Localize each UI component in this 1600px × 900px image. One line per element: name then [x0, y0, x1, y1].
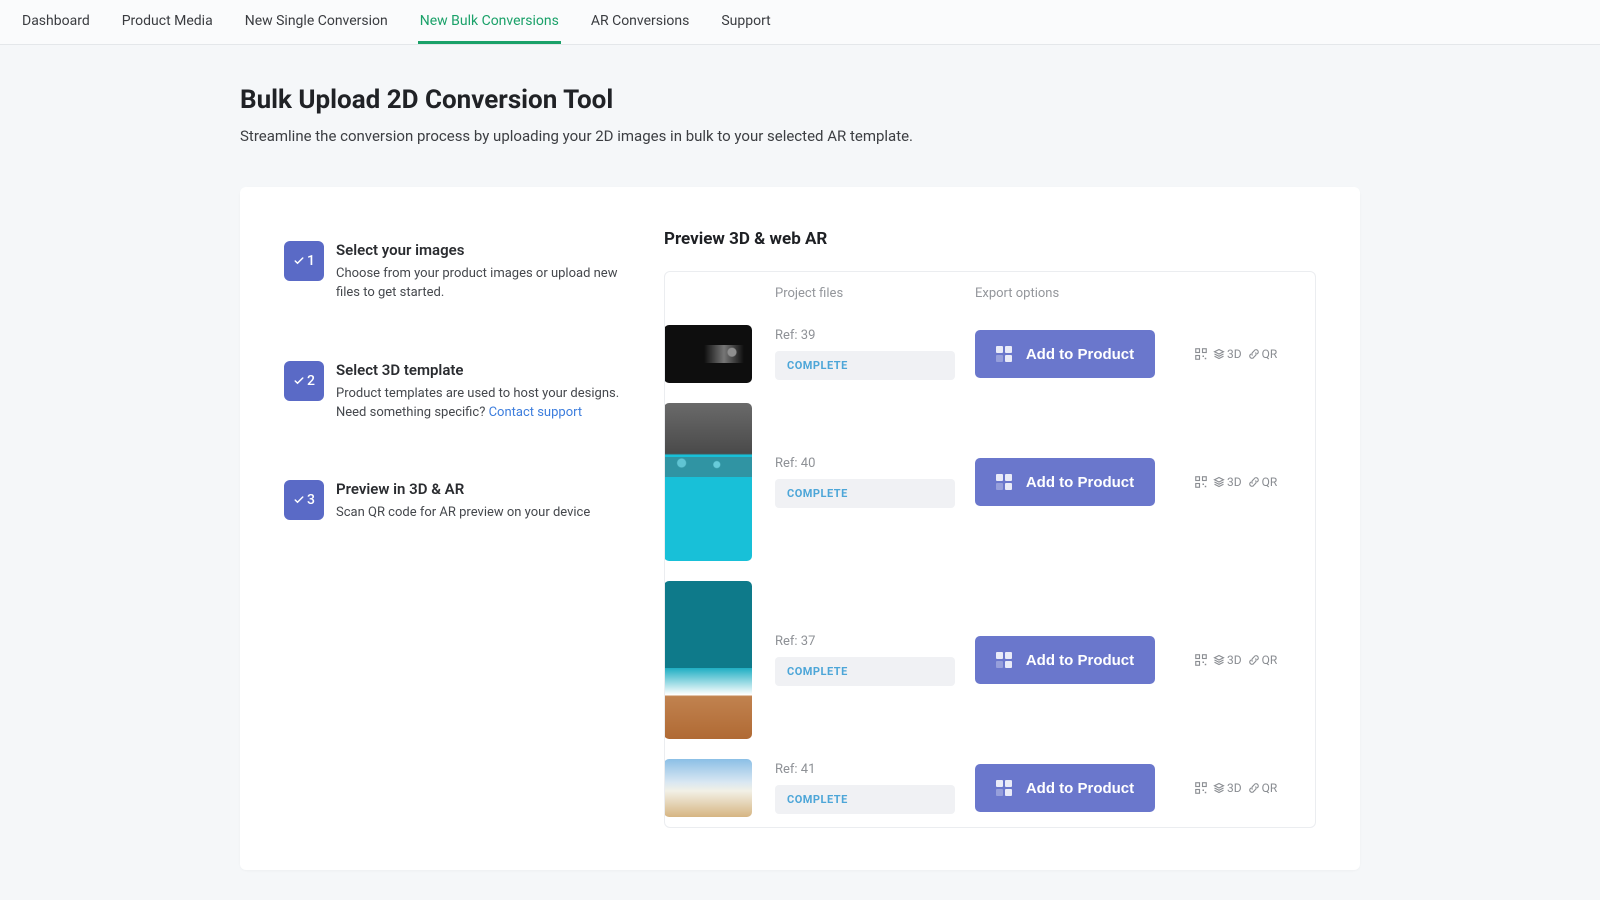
check-icon	[293, 494, 305, 506]
ref-label: Ref: 41	[775, 762, 955, 777]
grid-icon	[996, 474, 1012, 490]
ref-label: Ref: 37	[775, 634, 955, 649]
step-desc-2: Product templates are used to host your …	[336, 385, 634, 423]
add-to-product-button[interactable]: Add to Product	[975, 458, 1155, 506]
add-to-product-button[interactable]: Add to Product	[975, 764, 1155, 812]
add-to-product-label: Add to Product	[1026, 346, 1134, 363]
export-3d-link[interactable]: 3D	[1213, 653, 1242, 667]
thumbnail-image[interactable]	[664, 581, 752, 739]
export-links: 3D QR	[1195, 653, 1295, 667]
ref-label: Ref: 39	[775, 328, 955, 343]
grid-icon	[996, 652, 1012, 668]
link-icon	[1248, 348, 1260, 360]
page-title: Bulk Upload 2D Conversion Tool	[240, 85, 1360, 115]
col-project-files: Project files	[775, 286, 955, 301]
preview-rows: Ref: 39COMPLETEAdd to Product3DQRRef: 40…	[665, 315, 1315, 827]
status-complete: COMPLETE	[775, 657, 955, 686]
add-to-product-button[interactable]: Add to Product	[975, 330, 1155, 378]
add-to-product-button[interactable]: Add to Product	[975, 636, 1155, 684]
preview-panel: Project files Export options Ref: 39 COMP…	[664, 271, 1316, 828]
status-complete: COMPLETE	[775, 785, 955, 814]
nav-new-single-conversion[interactable]: New Single Conversion	[243, 0, 390, 44]
export-qr-icon-link[interactable]	[1195, 654, 1207, 666]
export-3d-link[interactable]: 3D	[1213, 475, 1242, 489]
layers-icon	[1213, 348, 1225, 360]
link-icon	[1248, 654, 1260, 666]
thumbnail-image[interactable]	[664, 759, 752, 817]
step-number-2: 2	[307, 373, 315, 389]
row-middle: Ref: 39 COMPLETE	[775, 328, 955, 380]
layers-icon	[1213, 782, 1225, 794]
export-links: 3D QR	[1195, 781, 1295, 795]
steps-column: 1 Select your images Choose from your pr…	[284, 229, 634, 828]
main-card: 1 Select your images Choose from your pr…	[240, 187, 1360, 870]
export-qr-link[interactable]: QR	[1248, 781, 1278, 795]
layers-icon	[1213, 476, 1225, 488]
step-badge-3: 3	[284, 480, 324, 520]
step-desc-3: Scan QR code for AR preview on your devi…	[336, 504, 590, 523]
check-icon	[293, 255, 305, 267]
status-complete: COMPLETE	[775, 479, 955, 508]
row-middle: Ref: 40 COMPLETE	[775, 456, 955, 508]
step-title-2: Select 3D template	[336, 361, 634, 379]
preview-heading: Preview 3D & web AR	[664, 229, 1316, 249]
check-icon	[293, 375, 305, 387]
thumbnail-image[interactable]	[664, 403, 752, 561]
grid-icon	[996, 780, 1012, 796]
nav-product-media[interactable]: Product Media	[120, 0, 215, 44]
col-export-options: Export options	[975, 286, 1175, 301]
qr-icon	[1195, 348, 1207, 360]
step-number-3: 3	[307, 492, 315, 508]
row-middle: Ref: 37 COMPLETE	[775, 634, 955, 686]
export-qr-icon-link[interactable]	[1195, 348, 1207, 360]
add-to-product-label: Add to Product	[1026, 474, 1134, 491]
preview-row: Ref: 40 COMPLETE Add to Product 3D QR	[665, 393, 1315, 571]
step-badge-1: 1	[284, 241, 324, 281]
export-links: 3D QR	[1195, 475, 1295, 489]
step-badge-2: 2	[284, 361, 324, 401]
preview-column: Preview 3D & web AR Project files Export…	[664, 229, 1316, 828]
step-desc-1: Choose from your product images or uploa…	[336, 265, 634, 303]
layers-icon	[1213, 654, 1225, 666]
nav-dashboard[interactable]: Dashboard	[20, 0, 92, 44]
link-icon	[1248, 476, 1260, 488]
export-qr-icon-link[interactable]	[1195, 476, 1207, 488]
add-to-product-label: Add to Product	[1026, 652, 1134, 669]
export-links: 3D QR	[1195, 347, 1295, 361]
preview-row: Ref: 37 COMPLETE Add to Product 3D QR	[665, 571, 1315, 749]
preview-row: Ref: 41 COMPLETE Add to Product 3D QR	[665, 749, 1315, 827]
export-qr-icon-link[interactable]	[1195, 782, 1207, 794]
page-subtitle: Streamline the conversion process by upl…	[240, 127, 1360, 145]
nav-ar-conversions[interactable]: AR Conversions	[589, 0, 692, 44]
step-number-1: 1	[307, 253, 315, 269]
nav-support[interactable]: Support	[719, 0, 772, 44]
page-container: Bulk Upload 2D Conversion Tool Streamlin…	[240, 45, 1360, 870]
thumbnail-image[interactable]	[664, 325, 752, 383]
grid-icon	[996, 346, 1012, 362]
step-title-3: Preview in 3D & AR	[336, 480, 590, 498]
preview-row: Ref: 39 COMPLETE Add to Product 3D QR	[665, 315, 1315, 393]
qr-icon	[1195, 476, 1207, 488]
step-3: 3 Preview in 3D & AR Scan QR code for AR…	[284, 480, 634, 523]
export-3d-link[interactable]: 3D	[1213, 781, 1242, 795]
export-qr-link[interactable]: QR	[1248, 653, 1278, 667]
nav-new-bulk-conversions[interactable]: New Bulk Conversions	[418, 0, 561, 44]
row-middle: Ref: 41 COMPLETE	[775, 762, 955, 814]
top-nav: Dashboard Product Media New Single Conve…	[0, 0, 1600, 45]
step-2: 2 Select 3D template Product templates a…	[284, 361, 634, 423]
step-title-1: Select your images	[336, 241, 634, 259]
export-qr-link[interactable]: QR	[1248, 347, 1278, 361]
step-1: 1 Select your images Choose from your pr…	[284, 241, 634, 303]
qr-icon	[1195, 782, 1207, 794]
export-3d-link[interactable]: 3D	[1213, 347, 1242, 361]
contact-support-link[interactable]: Contact support	[489, 405, 583, 420]
panel-header: Project files Export options	[665, 272, 1315, 315]
qr-icon	[1195, 654, 1207, 666]
link-icon	[1248, 782, 1260, 794]
export-qr-link[interactable]: QR	[1248, 475, 1278, 489]
status-complete: COMPLETE	[775, 351, 955, 380]
ref-label: Ref: 40	[775, 456, 955, 471]
add-to-product-label: Add to Product	[1026, 780, 1134, 797]
